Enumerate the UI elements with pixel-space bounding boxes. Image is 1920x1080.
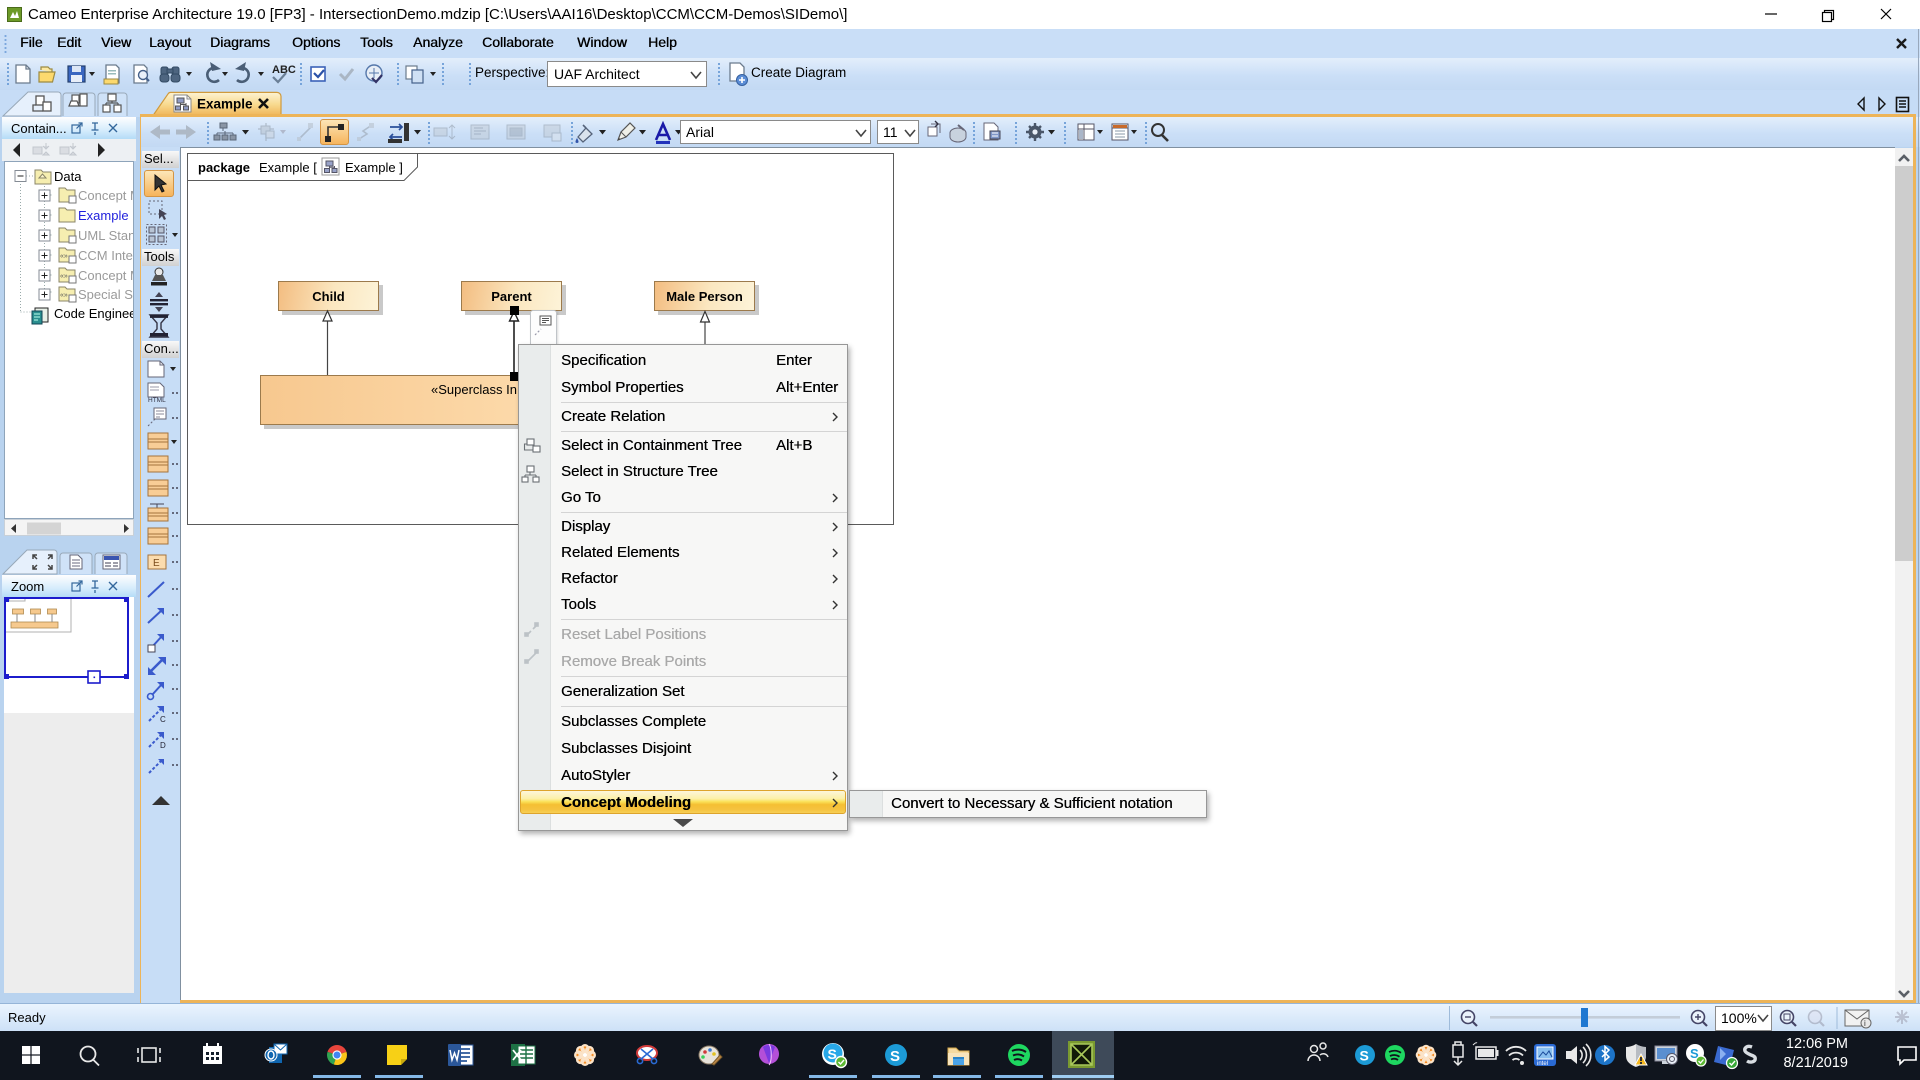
svg-text:E: E [153,558,160,569]
svg-text:i: i [1864,1019,1866,1028]
svg-text:«»: «» [60,292,68,299]
svg-text:Example: Example [197,97,253,112]
svg-text:100%: 100% [1721,1010,1757,1026]
svg-text:S: S [1360,1048,1369,1064]
svg-text:D: D [160,741,166,750]
svg-text:S: S [890,1048,900,1065]
svg-text:intel: intel [1537,1061,1548,1067]
svg-text:HTML: HTML [148,397,166,404]
svg-text:«»: «» [60,273,68,280]
svg-text:«»: «» [60,253,68,260]
svg-text:C: C [160,715,166,724]
